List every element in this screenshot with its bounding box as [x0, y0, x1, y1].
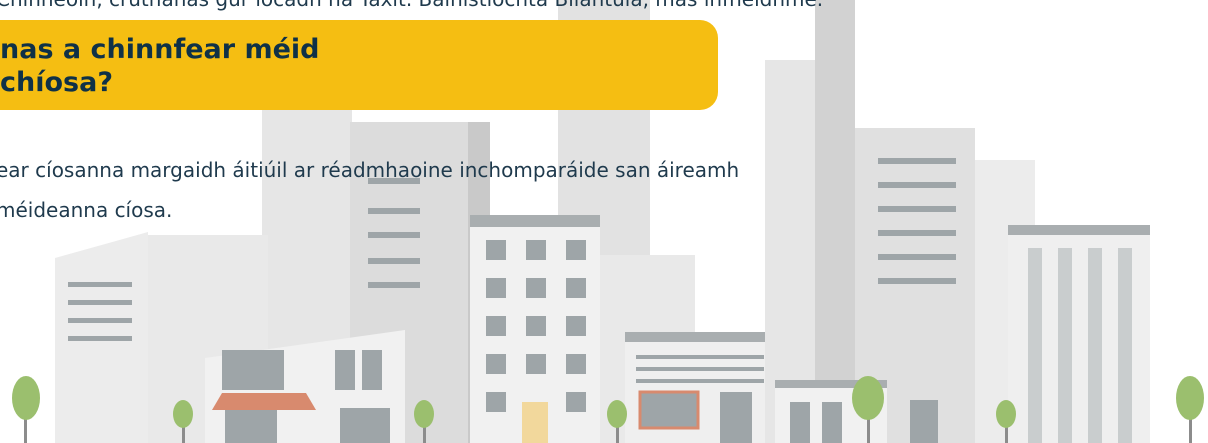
door [522, 402, 548, 443]
window [368, 232, 420, 238]
window [878, 254, 956, 260]
window [878, 206, 956, 212]
question-banner: nas a chinnfear méid chíosa? [0, 20, 718, 110]
awning [212, 393, 316, 410]
window [68, 300, 132, 305]
window [636, 367, 764, 371]
window [878, 182, 956, 188]
window [878, 230, 956, 236]
window [68, 282, 132, 287]
building-roof [625, 332, 765, 342]
window [878, 158, 956, 164]
window [878, 278, 956, 284]
window [822, 402, 842, 443]
window [335, 350, 355, 390]
window [222, 350, 284, 390]
window [68, 318, 132, 323]
body-text: ear cíosanna margaidh áitiúil ar réadmha… [0, 158, 740, 222]
tree [1176, 376, 1204, 443]
window [368, 282, 420, 288]
window [636, 379, 764, 383]
door [225, 410, 277, 443]
door [340, 408, 390, 443]
door [720, 392, 752, 443]
window [790, 402, 810, 443]
window [910, 400, 938, 443]
tree [12, 376, 40, 443]
building [815, 0, 855, 443]
window [362, 350, 382, 390]
window [68, 336, 132, 341]
window [368, 258, 420, 264]
building-roof [1008, 225, 1150, 235]
window [636, 355, 764, 359]
banner-title: nas a chinnfear méid chíosa? [0, 34, 320, 98]
shop-window [638, 390, 700, 430]
intro-line: Chinneoin, cruthanas gur íocadh na Taxit… [0, 0, 823, 11]
